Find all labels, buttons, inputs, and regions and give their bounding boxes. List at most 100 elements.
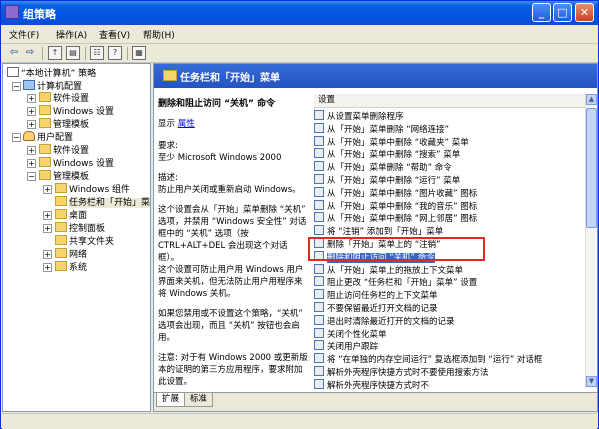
tree-item-user-admin-templates[interactable]: 管理模板 <box>39 170 89 182</box>
settings-row-label: 将 “注销” 添加到「开始」菜单 <box>327 227 444 238</box>
help-icon[interactable]: ? <box>108 46 122 60</box>
expand-icon[interactable]: + <box>27 159 36 168</box>
expand-icon[interactable]: + <box>27 94 36 103</box>
tree-item-windows-components[interactable]: Windows 组件 <box>55 183 130 195</box>
tree-item-taskbar-start-menu[interactable]: 任务栏和「开始」菜 <box>55 196 150 208</box>
expand-icon[interactable]: + <box>43 185 52 194</box>
settings-row[interactable]: 从「开始」菜单中删除 “运行” 菜单 <box>314 174 460 187</box>
tree-item-admin-templates[interactable]: 管理模板 <box>39 118 89 130</box>
policy-setting-icon <box>314 302 324 312</box>
tree-root[interactable]: “本地计算机” 策略 <box>7 67 96 79</box>
expand-icon[interactable]: + <box>43 211 52 220</box>
settings-row[interactable]: 关闭个性化菜单 <box>314 327 387 341</box>
settings-row[interactable]: 解析外壳程序快捷方式时不要使用搜索方法 <box>314 366 489 379</box>
settings-row[interactable]: 从「开始」菜单上的拖放上下文菜单 <box>314 263 463 277</box>
settings-row-label: 将 “在单独的内存空间运行” 复选框添加到 “运行” 对话框 <box>327 355 543 366</box>
toolbar-separator <box>42 47 43 60</box>
tree-item-windows-settings[interactable]: Windows 设置 <box>39 105 114 117</box>
settings-row[interactable]: 从「开始」菜单中删除 “图片收藏” 图标 <box>314 186 477 200</box>
tree-item-control-panel[interactable]: 控制面板 <box>55 222 105 234</box>
computer-icon <box>23 80 35 90</box>
settings-row[interactable]: 从设置菜单删除程序 <box>314 110 404 123</box>
policy-setting-icon <box>314 225 324 236</box>
tree-item-system[interactable]: 系统 <box>55 261 87 273</box>
close-icon: ✕ <box>579 6 590 19</box>
settings-row[interactable]: 从「开始」菜单中删除 “收藏夹” 菜单 <box>314 135 469 149</box>
expand-icon[interactable]: + <box>43 250 52 259</box>
close-button[interactable]: ✕ <box>575 3 594 22</box>
tree-item-desktop[interactable]: 桌面 <box>55 209 87 221</box>
properties-link[interactable]: 属性 <box>178 119 195 129</box>
policy-setting-icon <box>314 366 324 376</box>
settings-row[interactable]: 从「开始」菜单删除 “帮助” 命令 <box>314 161 452 174</box>
menu-help[interactable]: 帮助(H) <box>143 28 175 41</box>
expand-icon[interactable]: + <box>27 120 36 129</box>
forward-arrow-icon[interactable]: ⇨ <box>23 46 37 60</box>
tree-item-network[interactable]: 网络 <box>55 248 87 260</box>
minimize-button[interactable]: _ <box>532 3 551 22</box>
menu-view[interactable]: 查看(V) <box>99 28 130 41</box>
folder-icon <box>55 248 67 258</box>
policy-setting-icon <box>314 340 324 351</box>
settings-row-label: 阻止更改 “任务栏和「开始」菜单” 设置 <box>327 278 478 289</box>
settings-scrollbar[interactable]: ▲ ▼ <box>585 94 597 388</box>
scroll-up-icon[interactable]: ▲ <box>586 94 597 105</box>
policy-setting-icon <box>314 135 324 146</box>
settings-row-label: 解析外壳程序快捷方式时不要使用搜索方法 <box>327 368 489 378</box>
settings-row[interactable]: 解析外壳程序快捷方式时不 <box>314 378 429 392</box>
scroll-thumb[interactable] <box>586 108 597 228</box>
settings-row[interactable]: 退出时清除最近打开的文档的记录 <box>314 314 455 328</box>
show-hide-tree-icon[interactable]: ▤ <box>66 46 80 60</box>
policy-setting-icon <box>314 122 324 133</box>
collapse-icon[interactable]: − <box>12 133 21 142</box>
settings-row[interactable]: 从「开始」菜单中删除 “搜索” 菜单 <box>314 148 460 161</box>
settings-row-label: 不要保留最近打开文档的记录 <box>327 304 438 314</box>
settings-row[interactable]: 从「开始」菜单删除 “网络连接” <box>314 122 449 136</box>
expand-icon[interactable]: + <box>27 146 36 155</box>
maximize-icon: □ <box>557 6 568 19</box>
settings-row[interactable]: 从「开始」菜单中删除 “网上邻居” 图标 <box>314 212 477 225</box>
title-bar[interactable]: 组策略 _ □ ✕ <box>1 1 598 25</box>
properties-icon[interactable]: ☷ <box>90 46 104 60</box>
policy-setting-icon <box>314 276 324 287</box>
settings-row[interactable]: 将 “在单独的内存空间运行” 复选框添加到 “运行” 对话框 <box>314 353 542 366</box>
expand-icon[interactable]: + <box>27 107 36 116</box>
description-para2: 这个设置可防止用户用 Windows 用户界面来关机，但无法防止用户用程序来将 … <box>158 265 304 299</box>
settings-row[interactable]: 阻止更改 “任务栏和「开始」菜单” 设置 <box>314 276 477 289</box>
view-icon[interactable]: ▦ <box>132 46 146 60</box>
display-label: 显示 <box>158 119 176 129</box>
up-folder-icon[interactable]: ↑ <box>48 46 62 60</box>
settings-row[interactable]: 关闭用户跟踪 <box>314 340 378 353</box>
tree-item-computer-config[interactable]: 计算机配置 <box>23 80 82 92</box>
tree-item-user-windows-settings[interactable]: Windows 设置 <box>39 157 114 169</box>
tree-item-user-config[interactable]: 用户配置 <box>23 131 73 143</box>
collapse-icon[interactable]: − <box>27 172 36 181</box>
expand-icon[interactable]: + <box>43 263 52 272</box>
description-para4: 注意: 对于有 Windows 2000 或更新版本的证明的第三方应用程序，要求… <box>158 353 308 387</box>
collapse-icon[interactable]: − <box>12 82 21 91</box>
tree-item-shared-folders[interactable]: 共享文件夹 <box>55 235 114 247</box>
policy-icon <box>7 67 19 77</box>
scroll-down-icon[interactable]: ▼ <box>586 376 597 387</box>
settings-row[interactable]: 阻止访问任务栏的上下文菜单 <box>314 289 438 302</box>
settings-column-header[interactable]: 设置 <box>314 94 585 108</box>
tree-item-software-settings[interactable]: 软件设置 <box>39 92 89 104</box>
settings-row[interactable]: 不要保留最近打开文档的记录 <box>314 302 438 315</box>
details-header-title: 任务栏和「开始」菜单 <box>180 73 280 84</box>
menu-action[interactable]: 操作(A) <box>56 28 87 41</box>
expand-icon[interactable]: + <box>43 224 52 233</box>
maximize-button[interactable]: □ <box>553 3 572 22</box>
folder-icon <box>55 209 67 219</box>
back-arrow-icon[interactable]: ⇦ <box>7 46 21 60</box>
folder-icon <box>55 196 67 206</box>
folder-icon <box>163 70 177 81</box>
tab-standard[interactable]: 标准 <box>184 393 214 407</box>
tree-item-user-software-settings[interactable]: 软件设置 <box>39 144 89 156</box>
requirements-label: 要求: <box>158 141 178 151</box>
policy-title: 删除和阻止访问 “关机” 命令 <box>158 99 276 109</box>
tab-extended[interactable]: 扩展 <box>156 393 186 407</box>
settings-row[interactable]: 从「开始」菜单中删除 “我的音乐” 图标 <box>314 199 477 213</box>
menu-file[interactable]: 文件(F) <box>9 28 39 41</box>
minimize-icon: _ <box>538 6 545 19</box>
folder-icon <box>39 92 51 102</box>
